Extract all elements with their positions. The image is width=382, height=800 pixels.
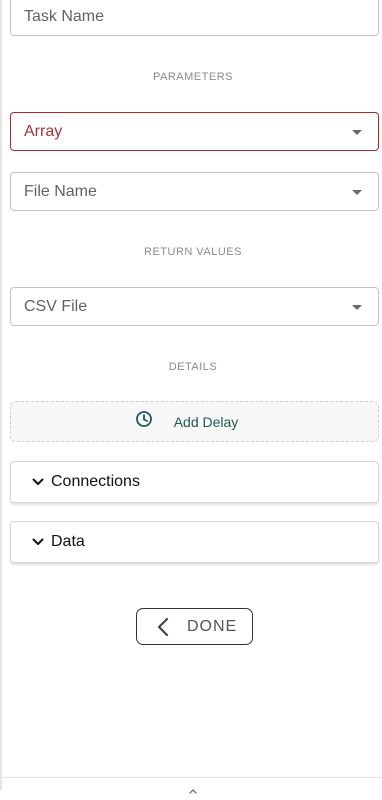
chevron-up-icon[interactable] — [189, 782, 197, 794]
clock-icon — [135, 410, 153, 433]
bottom-drawer-bar[interactable] — [2, 777, 382, 794]
file-name-select[interactable]: File Name — [10, 172, 379, 211]
task-editor-panel: Task Name PARAMETERS Array File Name RET… — [0, 0, 382, 794]
connections-accordion-title: Connections — [51, 473, 140, 490]
parameters-heading: PARAMETERS — [153, 71, 233, 83]
caret-down-icon — [352, 304, 362, 310]
chevron-down-icon — [31, 475, 45, 489]
chevron-down-icon — [31, 535, 45, 549]
add-delay-button[interactable]: Add Delay — [10, 401, 379, 442]
connections-accordion[interactable]: Connections — [10, 461, 379, 503]
data-accordion-title: Data — [51, 533, 85, 550]
chevron-left-icon — [157, 617, 173, 637]
task-name-value: Task Name — [24, 7, 105, 25]
array-select[interactable]: Array — [10, 112, 379, 151]
done-button-label: DONE — [187, 617, 238, 635]
caret-down-icon — [352, 129, 362, 135]
add-delay-label: Add Delay — [173, 413, 239, 430]
file-name-select-value: File Name — [24, 182, 97, 200]
done-button[interactable]: DONE — [136, 608, 253, 645]
csv-file-select-value: CSV File — [24, 297, 88, 315]
details-heading: DETAILS — [168, 361, 218, 373]
array-select-value: Array — [24, 122, 63, 140]
task-name-field[interactable]: Task Name — [10, 0, 379, 36]
csv-file-select[interactable]: CSV File — [10, 287, 379, 326]
caret-down-icon — [352, 189, 362, 195]
return-values-heading: RETURN VALUES — [144, 246, 242, 258]
data-accordion[interactable]: Data — [10, 521, 379, 563]
